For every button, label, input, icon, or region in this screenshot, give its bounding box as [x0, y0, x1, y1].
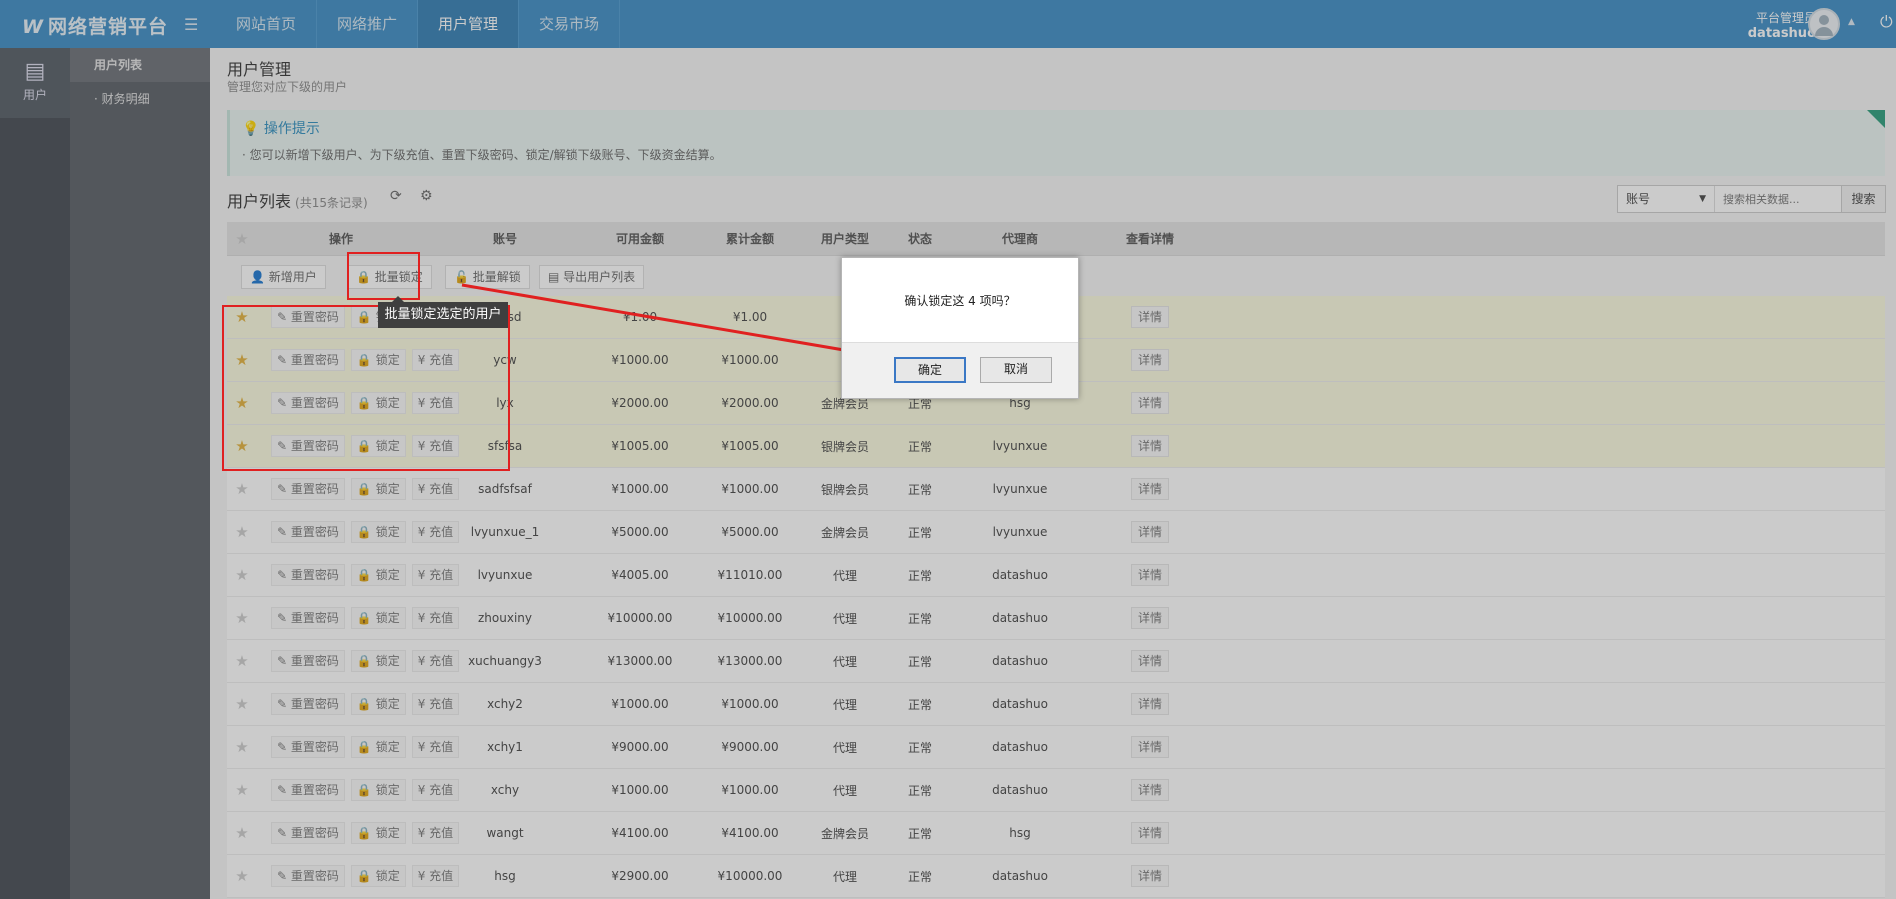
- cancel-button[interactable]: 取消: [980, 357, 1052, 383]
- confirm-dialog: 确认锁定这 4 项吗？ 确定 取消: [841, 257, 1079, 399]
- dialog-message: 确认锁定这 4 项吗？: [904, 294, 1016, 308]
- confirm-button[interactable]: 确定: [894, 357, 966, 383]
- annotation-arrow: [461, 283, 900, 367]
- dialog-footer: 确定 取消: [842, 342, 1078, 398]
